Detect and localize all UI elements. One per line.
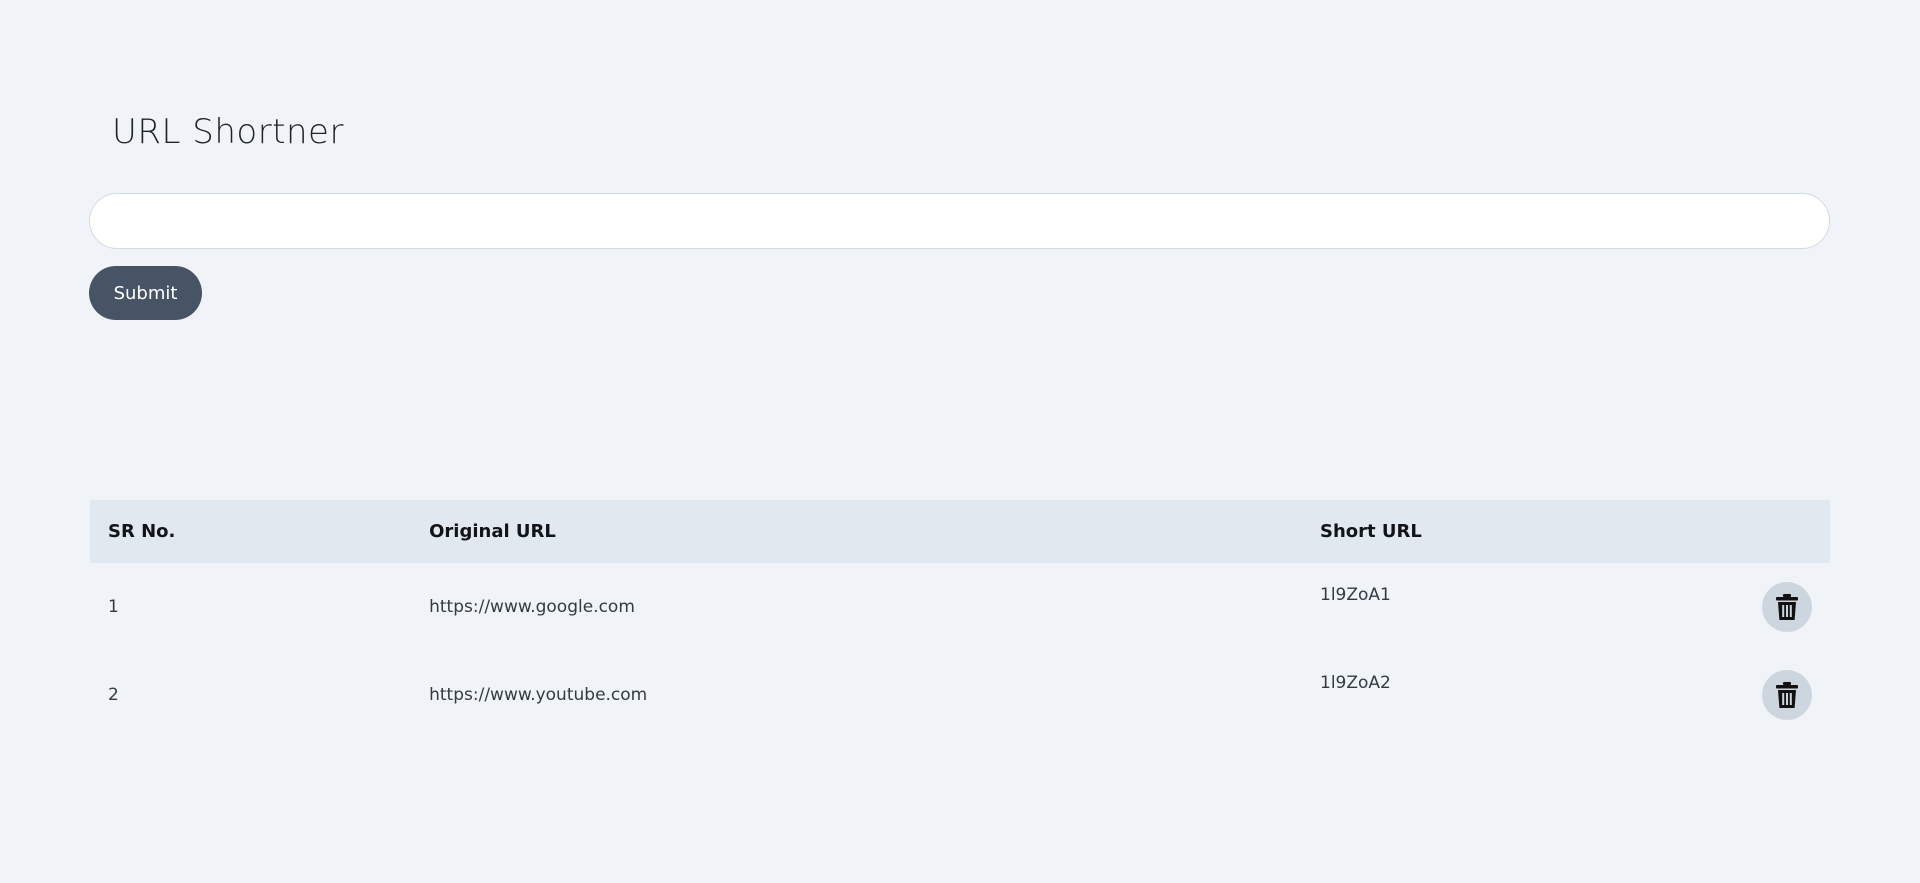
cell-short-url: 1l9ZoA1 [1320, 585, 1391, 605]
page-title: URL Shortner [112, 112, 344, 152]
trash-icon [1776, 682, 1798, 708]
cell-actions [1745, 563, 1830, 651]
column-header-short-url: Short URL [1320, 521, 1422, 542]
table-row: 1 https://www.google.com 1l9ZoA1 [90, 563, 1830, 651]
cell-sr-no: 2 [108, 685, 119, 705]
cell-sr-no: 1 [108, 597, 119, 617]
urls-table: SR No. Original URL Short URL 1 https://… [90, 500, 1830, 739]
url-input[interactable] [89, 193, 1830, 249]
column-header-original-url: Original URL [429, 521, 556, 542]
delete-button[interactable] [1762, 670, 1812, 720]
cell-original-url: https://www.youtube.com [429, 685, 648, 705]
cell-original-url: https://www.google.com [429, 597, 635, 617]
cell-actions [1745, 651, 1830, 739]
table-body: 1 https://www.google.com 1l9ZoA1 2 https… [90, 563, 1830, 739]
trash-icon [1776, 594, 1798, 620]
table-header-row: SR No. Original URL Short URL [90, 500, 1830, 563]
delete-button[interactable] [1762, 582, 1812, 632]
table-header: SR No. Original URL Short URL [90, 500, 1830, 563]
column-header-actions [1745, 500, 1830, 563]
page: URL Shortner Submit SR No. Original URL … [0, 0, 1920, 883]
table-row: 2 https://www.youtube.com 1l9ZoA2 [90, 651, 1830, 739]
submit-button[interactable]: Submit [89, 266, 202, 320]
cell-short-url: 1l9ZoA2 [1320, 673, 1391, 693]
column-header-sr-no: SR No. [108, 521, 176, 542]
